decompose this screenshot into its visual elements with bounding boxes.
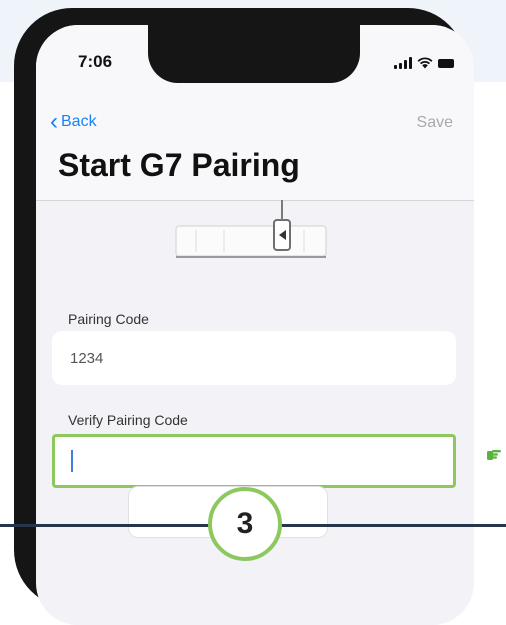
page-title: Start G7 Pairing (58, 147, 300, 183)
signal-icon (394, 57, 412, 69)
save-button[interactable]: Save (417, 114, 453, 132)
back-button[interactable]: ‹ Back (50, 108, 97, 135)
pairing-code-field[interactable]: 1234 (52, 331, 456, 385)
pairing-code-label: Pairing Code (68, 311, 149, 327)
text-cursor (71, 450, 73, 472)
verify-pairing-code-label: Verify Pairing Code (68, 412, 188, 428)
status-icons (394, 55, 454, 69)
transmitter-illustration (175, 200, 327, 258)
back-label: Back (61, 113, 97, 130)
verify-pairing-code-field[interactable] (52, 434, 456, 488)
pointing-hand-icon (487, 450, 501, 460)
step-badge: 3 (208, 487, 282, 561)
wifi-icon (417, 57, 433, 69)
phone-notch (148, 25, 360, 83)
chevron-left-icon: ‹ (50, 108, 58, 135)
battery-icon (438, 59, 454, 68)
status-time: 7:06 (78, 52, 113, 71)
